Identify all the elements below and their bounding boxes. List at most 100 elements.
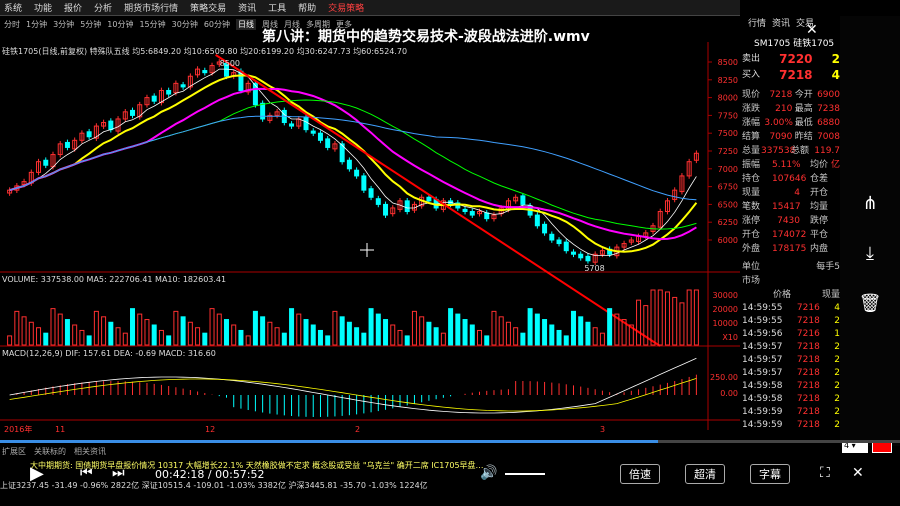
volume-bar xyxy=(419,316,425,346)
volume-bar xyxy=(303,319,309,346)
play-icon[interactable]: ▶ xyxy=(30,463,44,484)
quote-label: 最低 xyxy=(794,118,813,128)
period-tab[interactable]: 10分钟 xyxy=(107,19,133,30)
menu-item[interactable]: 功能 xyxy=(34,1,52,14)
period-tab[interactable]: 60分钟 xyxy=(204,19,230,30)
bottom-tab[interactable]: 相关资讯 xyxy=(74,446,106,458)
volume-bar xyxy=(223,319,229,346)
quote-label: 均量 xyxy=(810,202,829,212)
candle-body xyxy=(520,195,526,205)
period-tab[interactable]: 5分钟 xyxy=(80,19,101,30)
quote-row: 现量 4 开仓 xyxy=(742,186,840,200)
quality-button[interactable]: 超清 xyxy=(685,464,725,484)
quote-label: 总额 xyxy=(791,146,810,156)
subtitle-button[interactable]: 字幕 xyxy=(750,464,790,484)
quote-label: 开仓 xyxy=(742,230,761,240)
period-tab[interactable]: 3分钟 xyxy=(53,19,74,30)
x-tick-label: 12 xyxy=(205,425,215,434)
quote-value: 337538 xyxy=(761,146,796,156)
menu-item[interactable]: 期货市场行情 xyxy=(124,1,178,14)
tick-time: 14:59:56 xyxy=(742,329,783,339)
quote-row: 笔数 15417 均量 xyxy=(742,200,840,214)
quote-value: 3.00% xyxy=(764,118,793,128)
period-tab[interactable]: 日线 xyxy=(236,18,257,30)
menu-item[interactable]: 资讯 xyxy=(238,1,256,14)
menu-item[interactable]: 策略交易 xyxy=(190,1,226,14)
share-icon[interactable]: ⋔ xyxy=(858,192,882,216)
volume-bar xyxy=(636,299,642,346)
x-tick-label: 3 xyxy=(600,425,605,434)
menu-right-item[interactable]: 资讯 xyxy=(772,16,790,29)
fullscreen-icon[interactable]: ⛶ xyxy=(820,465,830,481)
next-icon[interactable]: ⏭ xyxy=(112,465,125,481)
quote-label: 笔数 xyxy=(742,202,761,212)
period-tab[interactable]: 30分钟 xyxy=(172,19,198,30)
volume-bar xyxy=(216,313,222,346)
volume-slider[interactable] xyxy=(505,473,545,475)
menu-item[interactable]: 工具 xyxy=(268,1,286,14)
menu-item-strategy[interactable]: 交易策略 xyxy=(328,1,364,14)
volume-bar xyxy=(433,327,439,346)
period-tab[interactable]: 分时 xyxy=(4,19,20,30)
menu-item[interactable]: 帮助 xyxy=(298,1,316,14)
download-icon[interactable]: ⤓ xyxy=(858,242,882,266)
volume-bar xyxy=(260,316,266,346)
candle-body xyxy=(534,214,540,227)
menu-item[interactable]: 分析 xyxy=(94,1,112,14)
quote-value: 210 xyxy=(775,104,793,114)
volume-bar xyxy=(158,329,164,346)
video-progress-bar[interactable] xyxy=(0,440,900,443)
menu-item[interactable]: 系统 xyxy=(4,1,22,14)
tick-header-cell: 现量 xyxy=(821,290,840,300)
period-tab[interactable]: 1分钟 xyxy=(26,19,47,30)
menu-item[interactable]: 报价 xyxy=(64,1,82,14)
quote-row: 振幅 5.11% 均价 xyxy=(742,158,840,172)
ma-line-30 xyxy=(9,99,697,230)
volume-bar xyxy=(57,313,63,346)
tick-time: 14:59:57 xyxy=(742,342,783,352)
volume-icon[interactable]: 🔊 xyxy=(480,465,497,481)
tick-time: 14:59:59 xyxy=(742,407,783,417)
period-tab[interactable]: 15分钟 xyxy=(139,19,165,30)
buy-volume: 4 xyxy=(831,68,840,82)
bottom-tab[interactable]: 扩展区 xyxy=(2,446,26,458)
volume-bar xyxy=(534,313,540,346)
ma-indicator-text: 硅铁1705(日线,前复权) 特殊队五线 均5:6849.20 均10:6509… xyxy=(2,47,408,56)
macd-tick-label: 0.00 xyxy=(720,389,738,398)
volume-bar xyxy=(477,329,483,346)
high-mark: 8500 xyxy=(220,59,240,68)
quote-value: 7238 xyxy=(817,104,840,114)
price-tick-label: 6750 xyxy=(718,183,738,192)
delete-icon[interactable]: 🗑 xyxy=(858,292,882,316)
close-icon[interactable]: ✕ xyxy=(806,22,818,38)
volume-bar xyxy=(570,310,576,346)
sell-price: 7220 xyxy=(779,52,813,66)
previous-icon[interactable]: ⏮ xyxy=(80,465,93,481)
candle-body xyxy=(585,255,591,262)
close-player-icon[interactable]: ✕ xyxy=(852,465,864,481)
macd-indicator-text: MACD(12,26,9) DIF: 157.61 DEA: -0.69 MAC… xyxy=(2,349,216,358)
menu-right-item[interactable]: 行情 xyxy=(748,16,766,29)
volume-bar xyxy=(339,316,345,346)
candle-body xyxy=(303,117,309,131)
volume-bar xyxy=(108,321,114,346)
tick-table[interactable]: 价格 现量 14:59:55 7216 4 14:59:55 7218 2 14:59:56 72… xyxy=(742,288,840,432)
bottom-tab[interactable]: 关联标的 xyxy=(34,446,66,458)
tick-header: 价格 现量 xyxy=(742,288,840,302)
quote-row: 涨幅 3.00% 最低 6880 xyxy=(742,116,840,130)
kline-chart[interactable]: 8500 8250 8000 7750 7500 7250 7000 6750 6500 6250… xyxy=(0,42,740,442)
volume-bar xyxy=(469,324,475,346)
volume-bar xyxy=(195,327,201,346)
volume-tick-label: 30000 xyxy=(713,291,738,300)
speed-button[interactable]: 倍速 xyxy=(620,464,660,484)
quote-value: 15417 xyxy=(772,202,801,212)
tick-row: 14:59:55 7216 4 xyxy=(742,302,840,315)
volume-bar xyxy=(173,310,179,346)
quote-label: 现价 xyxy=(742,90,761,100)
quote-label: 今开 xyxy=(794,90,813,100)
quote-value: 6900 xyxy=(817,90,840,100)
volume-bar xyxy=(542,319,548,346)
tick-price: 7218 xyxy=(796,355,820,365)
quote-label: 涨幅 xyxy=(742,118,761,128)
volume-bar xyxy=(144,319,150,346)
